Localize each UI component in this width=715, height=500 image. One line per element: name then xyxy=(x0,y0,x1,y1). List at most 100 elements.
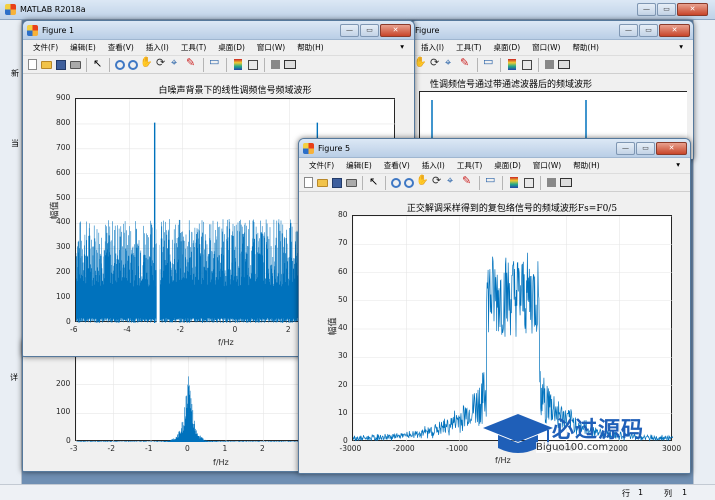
toolbar-separator xyxy=(538,57,539,72)
x-tick-label: 2 xyxy=(260,444,265,453)
legend-icon[interactable] xyxy=(524,177,534,188)
data-cursor-icon[interactable] xyxy=(446,174,460,190)
legend-icon[interactable] xyxy=(248,59,258,70)
zoom-in-icon[interactable] xyxy=(115,59,125,70)
menu-item-file[interactable]: 文件(F) xyxy=(303,160,340,171)
menu-item-window[interactable]: 窗口(W) xyxy=(526,42,566,53)
toolbar-separator xyxy=(203,57,204,72)
menu-item-tools[interactable]: 工具(T) xyxy=(175,42,212,53)
colorbar-icon[interactable] xyxy=(510,177,518,188)
hide-plot-tools-icon[interactable] xyxy=(545,60,554,69)
zoom-out-icon[interactable] xyxy=(128,59,138,70)
new-figure-icon[interactable] xyxy=(28,59,37,70)
rotate-icon[interactable] xyxy=(431,174,445,190)
menu-item-edit[interactable]: 编辑(E) xyxy=(340,160,378,171)
matlab-logo-icon xyxy=(5,4,16,15)
figure-1-restore-button[interactable]: ▭ xyxy=(360,23,379,37)
save-icon[interactable] xyxy=(332,177,342,188)
figure-5-titlebar[interactable]: Figure 5 — ▭ ✕ xyxy=(299,139,690,158)
menu-item-tools[interactable]: 工具(T) xyxy=(451,160,488,171)
link-plot-icon[interactable] xyxy=(482,56,496,72)
brush-icon[interactable] xyxy=(461,174,475,190)
x-tick-label: -3000 xyxy=(339,444,362,453)
show-plot-tools-icon[interactable] xyxy=(284,60,296,69)
link-plot-icon[interactable] xyxy=(484,174,498,190)
status-row-value: 1 xyxy=(638,488,644,497)
menu-item-view[interactable]: 查看(V) xyxy=(102,42,140,53)
pan-icon[interactable] xyxy=(414,57,428,72)
menu-item-insert[interactable]: 插入(I) xyxy=(140,42,175,53)
figure-5-restore-button[interactable]: ▭ xyxy=(636,141,655,155)
toolbar-separator xyxy=(479,175,480,190)
print-icon[interactable] xyxy=(346,178,357,187)
figure-5-close-button[interactable]: ✕ xyxy=(656,141,687,155)
figure-1-titlebar[interactable]: Figure 1 — ▭ ✕ xyxy=(23,21,414,40)
new-figure-icon[interactable] xyxy=(304,177,313,188)
figure-bottom-xlabel: f/Hz xyxy=(213,458,229,467)
menu-item-help[interactable]: 帮助(H) xyxy=(566,42,605,53)
matlab-titlebar: MATLAB R2018a — ▭ ✕ xyxy=(0,0,715,20)
figure-back-title: Figure xyxy=(415,25,440,35)
data-cursor-icon[interactable] xyxy=(444,56,458,72)
brush-icon[interactable] xyxy=(185,56,199,72)
figure-1-close-button[interactable]: ✕ xyxy=(380,23,411,37)
menu-item-window[interactable]: 窗口(W) xyxy=(527,160,567,171)
edit-plot-arrow-icon[interactable] xyxy=(367,175,381,190)
matlab-close-button[interactable]: ✕ xyxy=(677,3,708,16)
toolbar-separator xyxy=(500,57,501,72)
pan-icon[interactable] xyxy=(140,57,154,72)
menubar-overflow-icon[interactable]: ▾ xyxy=(670,160,686,169)
open-file-icon[interactable] xyxy=(41,60,52,69)
menu-item-help[interactable]: 帮助(H) xyxy=(291,42,330,53)
zoom-out-icon[interactable] xyxy=(404,177,414,188)
x-tick-label: -2 xyxy=(176,325,185,334)
colorbar-icon[interactable] xyxy=(508,59,516,70)
figure-back-minimize-button[interactable]: — xyxy=(619,23,638,37)
menu-item-file[interactable]: 文件(F) xyxy=(27,42,64,53)
menubar-overflow-icon[interactable]: ▾ xyxy=(673,42,689,51)
figure-back-restore-button[interactable]: ▭ xyxy=(639,23,658,37)
pan-icon[interactable] xyxy=(416,175,430,190)
menu-item-insert[interactable]: 插入(I) xyxy=(416,160,451,171)
figure-bottom-axes[interactable] xyxy=(75,355,301,442)
figure-back-titlebar[interactable]: Figure — ▭ ✕ xyxy=(411,21,693,40)
edit-plot-arrow-icon[interactable] xyxy=(91,57,105,72)
brush-icon[interactable] xyxy=(459,56,473,72)
menu-item-desktop[interactable]: 桌面(D) xyxy=(488,160,527,171)
menu-item-tools[interactable]: 工具(T) xyxy=(450,42,487,53)
rotate-icon[interactable] xyxy=(429,56,443,72)
show-plot-tools-icon[interactable] xyxy=(560,178,572,187)
link-plot-icon[interactable] xyxy=(208,56,222,72)
menu-item-window[interactable]: 窗口(W) xyxy=(251,42,291,53)
menu-item-insert[interactable]: 插入(I) xyxy=(415,42,450,53)
legend-icon[interactable] xyxy=(522,59,532,70)
show-plot-tools-icon[interactable] xyxy=(558,60,570,69)
open-file-icon[interactable] xyxy=(317,178,328,187)
menu-item-edit[interactable]: 编辑(E) xyxy=(64,42,102,53)
figure-back-close-button[interactable]: ✕ xyxy=(659,23,690,37)
data-cursor-icon[interactable] xyxy=(170,56,184,72)
rotate-icon[interactable] xyxy=(155,56,169,72)
menu-item-desktop[interactable]: 桌面(D) xyxy=(488,42,527,53)
matlab-restore-button[interactable]: ▭ xyxy=(657,3,676,16)
figure-window-bottom[interactable]: 0100200300 -3-2-10123 f/Hz xyxy=(22,340,302,472)
status-col-value: 1 xyxy=(682,488,688,497)
matlab-side-label: 详 xyxy=(10,373,18,382)
menu-item-view[interactable]: 查看(V) xyxy=(378,160,416,171)
zoom-in-icon[interactable] xyxy=(391,177,401,188)
menubar-overflow-icon[interactable]: ▾ xyxy=(394,42,410,51)
save-icon[interactable] xyxy=(56,59,66,70)
colorbar-icon[interactable] xyxy=(234,59,242,70)
matlab-left-panel: 新 当 详 xyxy=(0,20,22,484)
print-icon[interactable] xyxy=(70,60,81,69)
figure-1-minimize-button[interactable]: — xyxy=(340,23,359,37)
menu-item-help[interactable]: 帮助(H) xyxy=(567,160,606,171)
figure-5-minimize-button[interactable]: — xyxy=(616,141,635,155)
figure-1-ylabel: 幅值 xyxy=(50,201,61,220)
menu-item-desktop[interactable]: 桌面(D) xyxy=(212,42,251,53)
hide-plot-tools-icon[interactable] xyxy=(271,60,280,69)
matlab-minimize-button[interactable]: — xyxy=(637,3,656,16)
hide-plot-tools-icon[interactable] xyxy=(547,178,556,187)
figure-5-axes[interactable] xyxy=(352,215,673,442)
y-tick-label: 20 xyxy=(338,379,348,389)
